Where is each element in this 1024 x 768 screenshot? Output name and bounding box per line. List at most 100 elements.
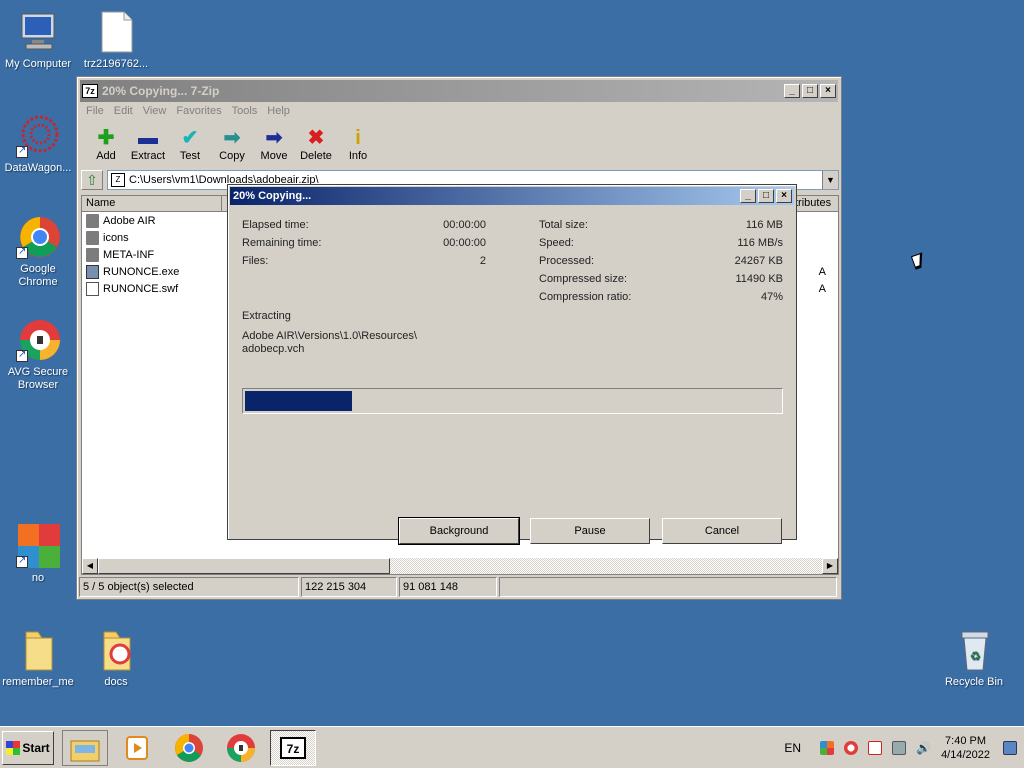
folder-icon <box>16 628 60 672</box>
menu-favorites[interactable]: Favorites <box>171 105 226 117</box>
show-desktop-icon[interactable] <box>1003 741 1017 755</box>
taskbar-avg-browser[interactable] <box>218 730 264 766</box>
files-label: Files: <box>242 255 269 267</box>
menu-bar: File Edit View Favorites Tools Help <box>77 102 841 120</box>
close-button[interactable]: × <box>776 189 792 203</box>
attribute-cell: A <box>818 265 826 278</box>
clock[interactable]: 7:40 PM 4/14/2022 <box>941 734 990 762</box>
main-window-titlebar[interactable]: 7z 20% Copying... 7-Zip _ □ × <box>80 80 838 102</box>
chrome-icon <box>175 733 203 762</box>
language-indicator[interactable]: EN <box>784 741 801 755</box>
pause-button[interactable]: Pause <box>530 518 650 544</box>
scroll-left-icon[interactable]: ◀ <box>82 558 98 574</box>
security-alert-icon[interactable] <box>868 741 883 755</box>
desktop-icon-docs[interactable]: docs <box>78 628 154 689</box>
chevron-down-icon[interactable]: ▼ <box>822 171 838 189</box>
svg-text:7z: 7z <box>287 742 300 756</box>
desktop-icon-remember-me[interactable]: remember_me <box>0 628 76 689</box>
delete-x-icon: ✖ <box>307 127 325 149</box>
progress-dialog: 20% Copying... _ □ × Elapsed time: 00:00… <box>227 184 797 545</box>
desktop-icon-recycle-bin[interactable]: ♻ Recycle Bin <box>936 628 1012 689</box>
desktop-icon-label: DataWagon... <box>4 162 72 174</box>
status-selection: 5 / 5 object(s) selected <box>79 577 299 597</box>
horizontal-scrollbar[interactable]: ◀ ▶ <box>82 558 838 574</box>
total-size-value: 116 MB <box>745 219 783 231</box>
folder-icon <box>86 230 99 245</box>
avg-antivirus-icon <box>16 524 60 568</box>
minimize-button[interactable]: _ <box>740 189 756 203</box>
archive-icon: Z <box>111 173 125 187</box>
desktop-icon-my-computer[interactable]: My Computer <box>0 10 76 71</box>
operation-label: Extracting <box>242 310 291 322</box>
menu-view[interactable]: View <box>138 105 172 117</box>
volume-icon[interactable]: 🔊 <box>916 741 931 755</box>
progress-bar-fill <box>245 391 352 411</box>
clock-date: 4/14/2022 <box>941 749 990 761</box>
desktop-icon-label: My Computer <box>4 58 72 70</box>
close-button[interactable]: × <box>820 84 836 98</box>
shortcut-arrow-icon <box>16 144 28 158</box>
taskbar-7zip[interactable]: 7z <box>270 729 316 766</box>
progress-bar <box>242 388 783 414</box>
minus-icon: ▬ <box>138 127 158 149</box>
desktop-icon-chrome[interactable]: Google Chrome <box>0 215 76 289</box>
start-button[interactable]: Start <box>2 730 54 765</box>
maximize-button[interactable]: □ <box>758 189 774 203</box>
column-header-name[interactable]: Name <box>82 196 222 211</box>
compressed-size-value: 11490 KB <box>735 273 783 285</box>
processed-label: Processed: <box>539 255 595 267</box>
maximize-button[interactable]: □ <box>802 84 818 98</box>
swf-file-icon <box>86 281 99 296</box>
move-arrow-icon: ➡ <box>265 127 283 149</box>
scroll-thumb[interactable] <box>98 558 390 574</box>
desktop-icon-datawagon[interactable]: DataWagon... <box>0 114 76 175</box>
current-file-path-line2: adobecp.vch <box>242 343 305 355</box>
menu-tools[interactable]: Tools <box>227 105 263 117</box>
compression-ratio-value: 47% <box>760 291 783 303</box>
menu-edit[interactable]: Edit <box>109 105 138 117</box>
file-explorer-icon <box>70 740 100 761</box>
current-file-path-line1: Adobe AIR\Versions\1.0\Resources\ <box>242 330 417 342</box>
dialog-titlebar[interactable]: 20% Copying... _ □ × <box>230 187 794 205</box>
exe-file-icon <box>86 264 99 279</box>
menu-file[interactable]: File <box>81 105 109 117</box>
menu-help[interactable]: Help <box>262 105 295 117</box>
column-header-attributes[interactable]: tributes <box>790 196 838 211</box>
desktop-icon-label: remember_me <box>2 676 74 688</box>
window-title: 20% Copying... 7-Zip <box>102 84 220 98</box>
taskbar-chrome[interactable] <box>166 730 212 766</box>
taskbar-media-player[interactable] <box>114 730 160 766</box>
plus-icon: ✚ <box>97 127 115 149</box>
desktop-icon-label: AVG Secure Browser <box>7 366 69 391</box>
file-icon <box>94 10 138 54</box>
speed-label: Speed: <box>539 237 574 249</box>
files-value: 2 <box>479 255 486 267</box>
avg-tray-icon[interactable] <box>820 741 835 755</box>
desktop-icon-label: Google Chrome <box>18 263 58 288</box>
remaining-time-label: Remaining time: <box>242 237 322 249</box>
desktop-icon-label: docs <box>104 676 128 688</box>
desktop-icon-avg-browser[interactable]: AVG Secure Browser <box>0 318 76 392</box>
desktop-icon-trz-file[interactable]: trz2196762... <box>78 10 154 71</box>
elapsed-time-value: 00:00:00 <box>443 219 486 231</box>
remaining-time-value: 00:00:00 <box>443 237 486 249</box>
taskbar-explorer[interactable] <box>62 729 108 766</box>
desktop-icon-label: Recycle Bin <box>944 676 1004 688</box>
clock-time: 7:40 PM <box>945 735 987 747</box>
shortcut-arrow-icon <box>16 245 28 259</box>
up-folder-icon[interactable]: ⇧ <box>81 170 103 190</box>
cancel-button[interactable]: Cancel <box>662 518 782 544</box>
network-icon[interactable] <box>892 741 907 755</box>
speed-value: 116 MB/s <box>737 237 783 249</box>
sevenzip-app-icon: 7z <box>82 84 98 98</box>
background-button[interactable]: Background <box>398 517 520 545</box>
folder-icon <box>86 247 99 262</box>
shortcut-arrow-icon <box>16 348 28 362</box>
desktop-icon-label: no <box>31 572 45 584</box>
folder-icon <box>94 628 138 672</box>
scroll-right-icon[interactable]: ▶ <box>822 558 838 574</box>
minimize-button[interactable]: _ <box>784 84 800 98</box>
windows-logo-icon <box>6 740 21 755</box>
avg-browser-tray-icon[interactable] <box>844 741 859 755</box>
desktop-icon-no[interactable]: no <box>0 524 76 585</box>
